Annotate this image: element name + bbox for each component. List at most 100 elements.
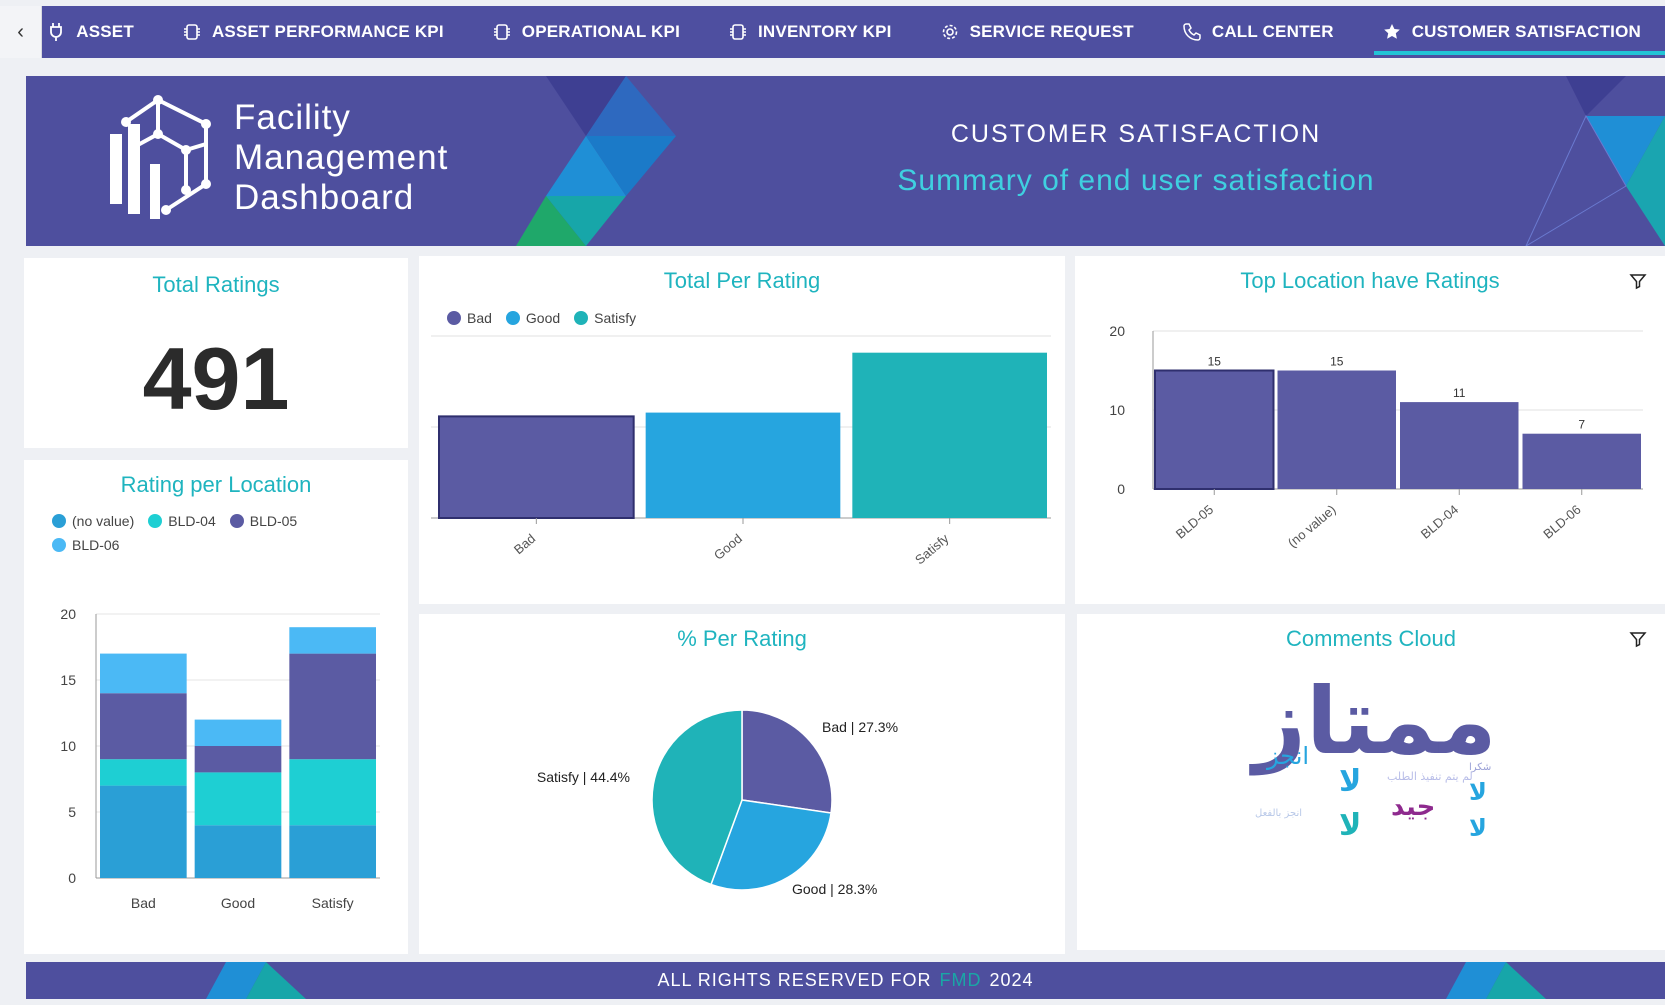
tab-label: CALL CENTER	[1211, 22, 1334, 41]
y-tick-label: 20	[60, 606, 76, 622]
x-tick-label: BLD-04	[1418, 502, 1461, 542]
cloud-word[interactable]: لا	[1469, 814, 1487, 842]
y-tick-label: 0	[1117, 481, 1125, 497]
footer: ALL RIGHTS RESERVED FOR FMD 2024	[26, 962, 1665, 999]
total-per-rating-card: Total Per Rating Bad Good Satisfy Bad Goo…	[419, 256, 1065, 604]
comments-cloud-card: Comments Cloud ممتاز انجز جيد لم يتم تنف…	[1077, 614, 1665, 950]
tab-service-request[interactable]: SERVICE REQUEST	[916, 6, 1158, 58]
bar-segment	[100, 653, 187, 694]
bar	[852, 352, 1047, 518]
data-label: 15	[1330, 355, 1344, 369]
bar-segment	[289, 759, 376, 826]
rating-per-location-card: Rating per Location (no value) BLD-04 BL…	[24, 460, 408, 954]
plug-icon	[46, 22, 66, 42]
logo-line: Dashboard	[234, 178, 415, 217]
bar-segment	[289, 825, 376, 878]
bar	[1277, 370, 1396, 489]
star-icon	[1382, 22, 1402, 42]
chip-icon	[728, 22, 748, 42]
y-tick-label: 15	[60, 672, 76, 688]
x-tick-label: Satisfy	[312, 895, 354, 911]
x-tick-label: (no value)	[1285, 502, 1339, 551]
tab-operational-kpi[interactable]: OPERATIONAL KPI	[468, 6, 704, 58]
tab-call-center[interactable]: CALL CENTER	[1158, 6, 1358, 58]
pie-slice	[741, 709, 833, 814]
y-tick-label: 0	[68, 870, 76, 886]
chip-icon	[492, 22, 512, 42]
cloud-word[interactable]: شكرا	[1469, 762, 1491, 773]
footer-year: 2024	[989, 970, 1034, 990]
data-label: 7	[1578, 418, 1585, 432]
tab-list: ASSET ASSET PERFORMANCE KPI OPERATIONAL …	[42, 6, 1665, 58]
card-title: Total Ratings	[152, 272, 280, 297]
bar-segment	[194, 772, 282, 826]
bar	[438, 415, 635, 519]
logo-line: Management	[234, 138, 449, 177]
footer-text: ALL RIGHTS RESERVED FOR	[657, 970, 932, 990]
bar-segment	[100, 785, 187, 878]
tab-inventory-kpi[interactable]: INVENTORY KPI	[704, 6, 916, 58]
tab-asset[interactable]: ASSET	[42, 6, 158, 58]
cloud-word[interactable]: جيد	[1391, 792, 1435, 822]
data-label: Good | 28.3%	[792, 881, 877, 897]
tab-label: SERVICE REQUEST	[969, 22, 1134, 41]
logo-icon	[110, 95, 211, 219]
gear-icon	[940, 22, 960, 42]
top-location-chart: 0 10 20 15 BLD-05 15 (no value) 11 BLD-04 7 BLD-06	[1109, 323, 1643, 551]
bar	[1154, 369, 1275, 490]
phone-icon	[1182, 22, 1202, 42]
total-per-rating-chart: Bad Good Satisfy	[431, 335, 1051, 567]
data-label: Bad | 27.3%	[822, 719, 898, 735]
bar	[1400, 402, 1519, 489]
word-cloud: ممتاز انجز جيد لم يتم تنفيذ الطلب شكرا ا…	[1077, 614, 1665, 950]
header-banner: Facility Management Dashboard CUSTOMER S…	[26, 76, 1665, 246]
cloud-word[interactable]: لا	[1339, 808, 1361, 843]
top-nav-bar: ‹ ASSET ASSET PERFORMANCE KPI OPERATIONA…	[0, 6, 1665, 58]
tab-label: CUSTOMER SATISFACTION	[1411, 22, 1641, 41]
cloud-word[interactable]: انجز بالفعل	[1255, 808, 1302, 819]
x-tick-label: Satisfy	[912, 530, 952, 567]
x-tick-label: Bad	[511, 531, 538, 557]
top-location-card: Top Location have Ratings 0 10 20 15 BLD-05 1…	[1075, 256, 1665, 604]
scroll-left-button[interactable]: ‹	[0, 6, 43, 58]
cloud-word[interactable]: لم يتم تنفيذ الطلب	[1387, 770, 1473, 783]
cloud-word[interactable]: لا	[1339, 764, 1361, 799]
bar-segment	[100, 759, 187, 786]
cloud-word[interactable]: لا	[1469, 778, 1487, 806]
logo-text: Facility Management Dashboard	[234, 98, 448, 218]
tab-customer-satisfaction[interactable]: CUSTOMER SATISFACTION	[1358, 6, 1665, 58]
y-tick-label: 20	[1109, 323, 1125, 339]
y-tick-label: 10	[1109, 402, 1125, 418]
data-label: Satisfy | 44.4%	[537, 769, 630, 785]
tab-asset-performance-kpi[interactable]: ASSET PERFORMANCE KPI	[158, 6, 468, 58]
tab-label: OPERATIONAL KPI	[521, 22, 680, 41]
x-tick-label: BLD-06	[1540, 502, 1583, 542]
x-tick-label: Good	[221, 895, 255, 911]
tab-label: ASSET	[76, 22, 134, 41]
y-tick-label: 5	[68, 804, 76, 820]
rating-per-location-chart: 0 5 10 15 20 Bad Good Satisfy	[60, 606, 380, 911]
bar-segment	[194, 825, 282, 878]
tab-label: ASSET PERFORMANCE KPI	[211, 22, 444, 41]
y-tick-label: 10	[60, 738, 76, 754]
total-ratings-value: 491	[142, 329, 290, 428]
tab-label: INVENTORY KPI	[758, 22, 892, 41]
cloud-word[interactable]: انجز	[1267, 742, 1309, 770]
data-label: 15	[1208, 355, 1222, 369]
bar-segment	[194, 746, 282, 773]
total-ratings-card: Total Ratings 491	[24, 258, 408, 448]
chevron-left-icon: ‹	[17, 20, 24, 43]
data-label: 11	[1453, 386, 1466, 400]
footer-brand: FMD	[939, 970, 982, 990]
bar-segment	[289, 627, 376, 654]
x-tick-label: Bad	[131, 895, 156, 911]
pct-per-rating-chart: Bad | 27.3% Good | 28.3% Satisfy | 44.4%	[537, 709, 898, 897]
page-title: CUSTOMER SATISFACTION	[950, 120, 1322, 148]
pct-per-rating-card: % Per Rating Bad | 27.3% Good | 28.3% Sati…	[419, 614, 1065, 954]
x-tick-label: BLD-05	[1173, 502, 1216, 542]
bar-segment	[100, 693, 187, 760]
x-tick-label: Good	[711, 531, 745, 563]
chip-icon	[182, 22, 202, 42]
bar-segment	[194, 719, 282, 746]
logo-line: Facility	[234, 98, 351, 137]
